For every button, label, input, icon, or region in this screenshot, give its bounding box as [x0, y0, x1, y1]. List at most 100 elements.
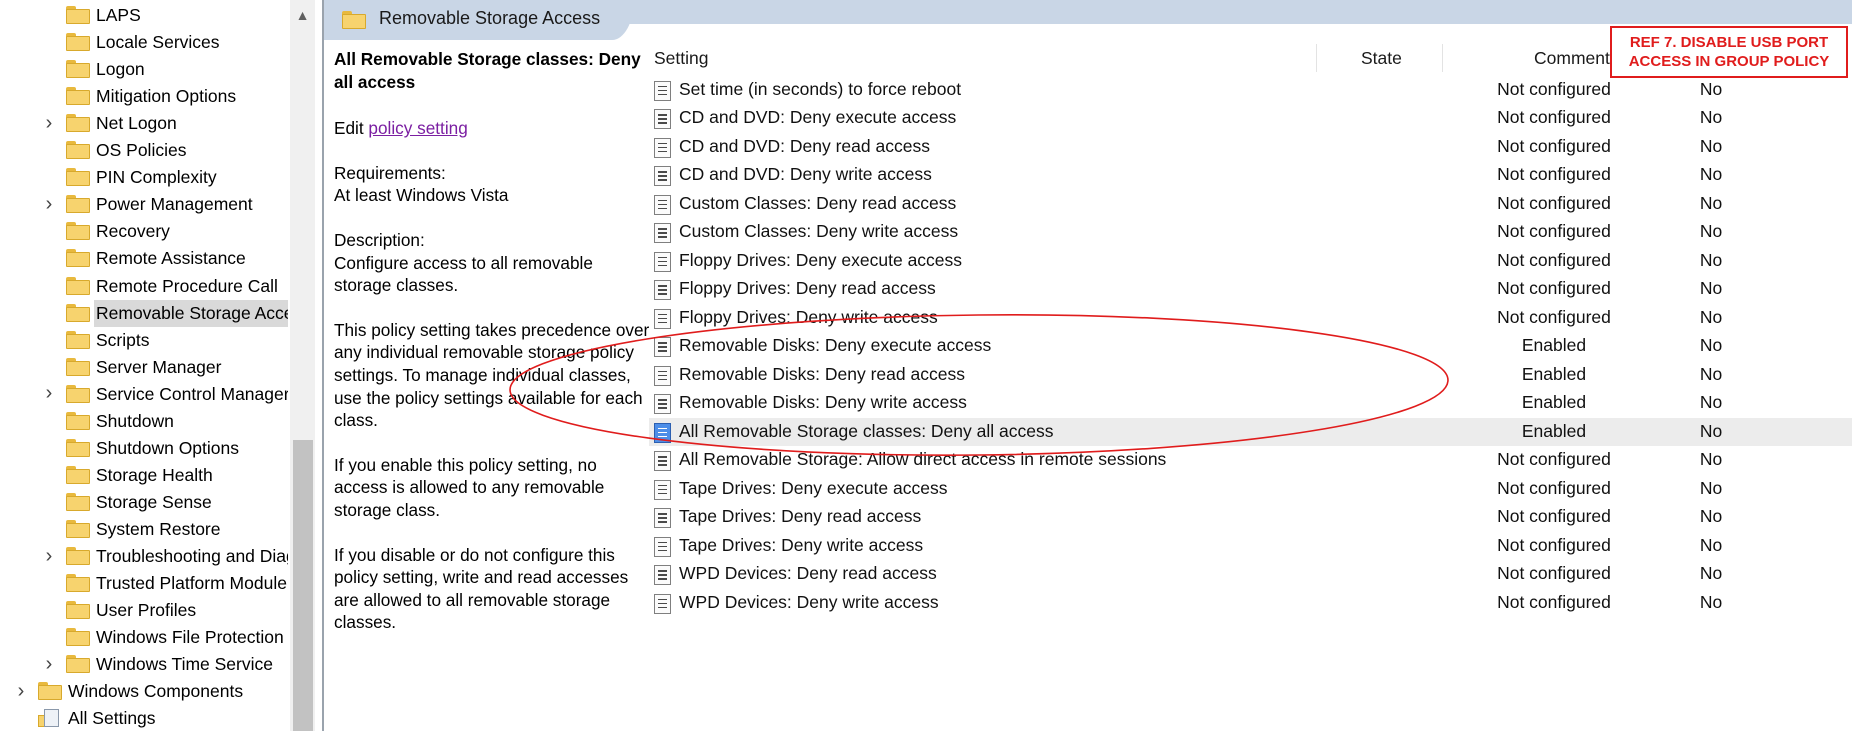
tree-item-label: Service Control Manager [96, 383, 288, 404]
comment-cell: No [1699, 192, 1723, 213]
table-row[interactable]: Removable Disks: Deny execute access Enab… [649, 332, 1852, 361]
policy-setting-icon [654, 536, 671, 557]
table-row[interactable]: CD and DVD: Deny write access Not configu… [649, 161, 1852, 190]
policy-setting-icon [654, 137, 671, 158]
table-row[interactable]: Set time (in seconds) to force reboot Not… [649, 76, 1852, 105]
table-row[interactable]: Removable Disks: Deny read access Enabled… [649, 361, 1852, 390]
tree-item[interactable]: OS Policies [0, 137, 288, 164]
tree-item[interactable]: LAPS [0, 2, 288, 29]
policy-setting-icon [654, 451, 671, 471]
column-divider[interactable] [1316, 44, 1317, 72]
chevron-right-icon[interactable]: › [14, 680, 28, 702]
state-cell: Not configured [1497, 278, 1611, 298]
tree-item-label: Locale Services [96, 32, 220, 53]
comment-cell: No [1699, 107, 1723, 127]
tree-item[interactable]: Removable Storage Access [0, 299, 288, 327]
table-row[interactable]: Custom Classes: Deny read access Not conf… [649, 190, 1852, 219]
chevron-right-icon[interactable]: › [42, 193, 56, 215]
policy-setting-icon [654, 166, 671, 186]
tree-item[interactable]: System Restore [0, 516, 288, 543]
tree-item[interactable]: › Power Management [0, 191, 288, 218]
tree-item-label: Recovery [96, 221, 170, 242]
policy-setting-icon [654, 508, 671, 528]
folder-icon [66, 168, 90, 187]
policy-description-panel: All Removable Storage classes: Deny all … [334, 48, 654, 656]
tree-item[interactable]: › Windows Components [0, 678, 288, 705]
comment-cell: No [1699, 278, 1723, 298]
header-band [624, 0, 1852, 24]
tree-item[interactable]: Server Manager [0, 354, 288, 381]
table-row[interactable]: Floppy Drives: Deny write access Not conf… [649, 304, 1852, 333]
state-cell: Not configured [1497, 249, 1611, 270]
state-cell: Enabled [1521, 420, 1587, 441]
column-divider[interactable] [1442, 44, 1443, 72]
tree-item[interactable]: Remote Procedure Call [0, 273, 288, 300]
tree-item[interactable]: Recovery [0, 218, 288, 245]
tree-item[interactable]: Locale Services [0, 29, 288, 56]
tree-item-label: Power Management [96, 194, 253, 215]
policy-setting-icon [654, 109, 671, 129]
folder-icon [66, 249, 90, 268]
tree-item[interactable]: Logon [0, 56, 288, 83]
tree-item-label: Troubleshooting and Diagnostics [96, 546, 288, 566]
table-row[interactable]: Removable Disks: Deny write access Enable… [649, 389, 1852, 418]
setting-cell: Custom Classes: Deny read access [679, 192, 957, 213]
tree-item[interactable]: › Troubleshooting and Diagnostics [0, 543, 288, 570]
tree-item[interactable]: Storage Health [0, 462, 288, 489]
folder-icon [66, 384, 90, 403]
tree-item-label: Windows Time Service [96, 654, 273, 675]
table-row[interactable]: Custom Classes: Deny write access Not con… [649, 218, 1852, 247]
tree-item[interactable]: Storage Sense [0, 489, 288, 516]
policy-setting-icon [654, 308, 671, 329]
table-row[interactable]: All Removable Storage classes: Deny all … [649, 417, 1852, 446]
tree-item[interactable]: Scripts [0, 327, 288, 354]
table-row[interactable]: Tape Drives: Deny write access Not config… [649, 532, 1852, 561]
table-row[interactable]: Floppy Drives: Deny read access Not confi… [649, 275, 1852, 304]
tree-item[interactable]: Remote Assistance [0, 245, 288, 272]
column-header-comment[interactable]: Comment [1534, 48, 1610, 69]
table-row[interactable]: CD and DVD: Deny execute access Not confi… [649, 104, 1852, 133]
table-row[interactable]: CD and DVD: Deny read access Not configur… [649, 133, 1852, 162]
folder-icon [66, 330, 90, 349]
chevron-right-icon[interactable]: › [42, 112, 56, 134]
tree-item[interactable]: Mitigation Options [0, 83, 288, 110]
tree-item[interactable]: PIN Complexity [0, 164, 288, 191]
chevron-right-icon[interactable]: › [42, 545, 56, 567]
tree-item[interactable]: › Net Logon [0, 110, 288, 137]
description-paragraph-1: This policy setting takes precedence ove… [334, 319, 650, 431]
table-row[interactable]: WPD Devices: Deny write access Not config… [649, 589, 1852, 618]
tree-item[interactable]: › Service Control Manager [0, 381, 288, 408]
tree-item[interactable]: Trusted Platform Module Services [0, 570, 288, 597]
policy-setting-icon [654, 280, 671, 300]
table-row[interactable]: WPD Devices: Deny read access Not configu… [649, 560, 1852, 589]
tree-item[interactable]: Windows File Protection [0, 624, 288, 651]
scroll-up-arrow-icon[interactable]: ▲ [290, 0, 315, 30]
setting-cell: CD and DVD: Deny execute access [679, 107, 957, 127]
state-cell: Enabled [1521, 392, 1587, 412]
policy-setting-icon [654, 365, 671, 386]
chevron-right-icon[interactable]: › [42, 382, 56, 404]
tree-item[interactable]: User Profiles [0, 597, 288, 624]
tree-item[interactable]: › Windows Time Service [0, 651, 288, 678]
tree-item[interactable]: All Settings [0, 705, 288, 731]
edit-policy-setting-link[interactable]: policy setting [368, 118, 467, 138]
table-row[interactable]: Tape Drives: Deny read access Not configu… [649, 503, 1852, 532]
column-header-state[interactable]: State [1361, 48, 1402, 69]
tree-scrollbar[interactable]: ▲ [290, 0, 315, 731]
folder-icon [66, 87, 90, 106]
setting-cell: Tape Drives: Deny read access [679, 506, 922, 526]
folder-icon [66, 547, 90, 565]
chevron-right-icon[interactable]: › [42, 653, 56, 675]
tree-item[interactable]: Shutdown Options [0, 435, 288, 462]
table-row[interactable]: Floppy Drives: Deny execute access Not co… [649, 247, 1852, 276]
table-row[interactable]: All Removable Storage: Allow direct acce… [649, 446, 1852, 475]
scrollbar-thumb[interactable] [293, 440, 313, 731]
state-cell: Not configured [1497, 591, 1611, 612]
tree-item[interactable]: Shutdown [0, 408, 288, 435]
policy-setting-icon [654, 593, 671, 614]
column-header-setting[interactable]: Setting [654, 48, 708, 69]
policy-setting-icon [654, 80, 671, 101]
table-row[interactable]: Tape Drives: Deny execute access Not conf… [649, 475, 1852, 504]
state-cell: Not configured [1497, 107, 1611, 127]
policy-setting-icon [654, 422, 671, 443]
